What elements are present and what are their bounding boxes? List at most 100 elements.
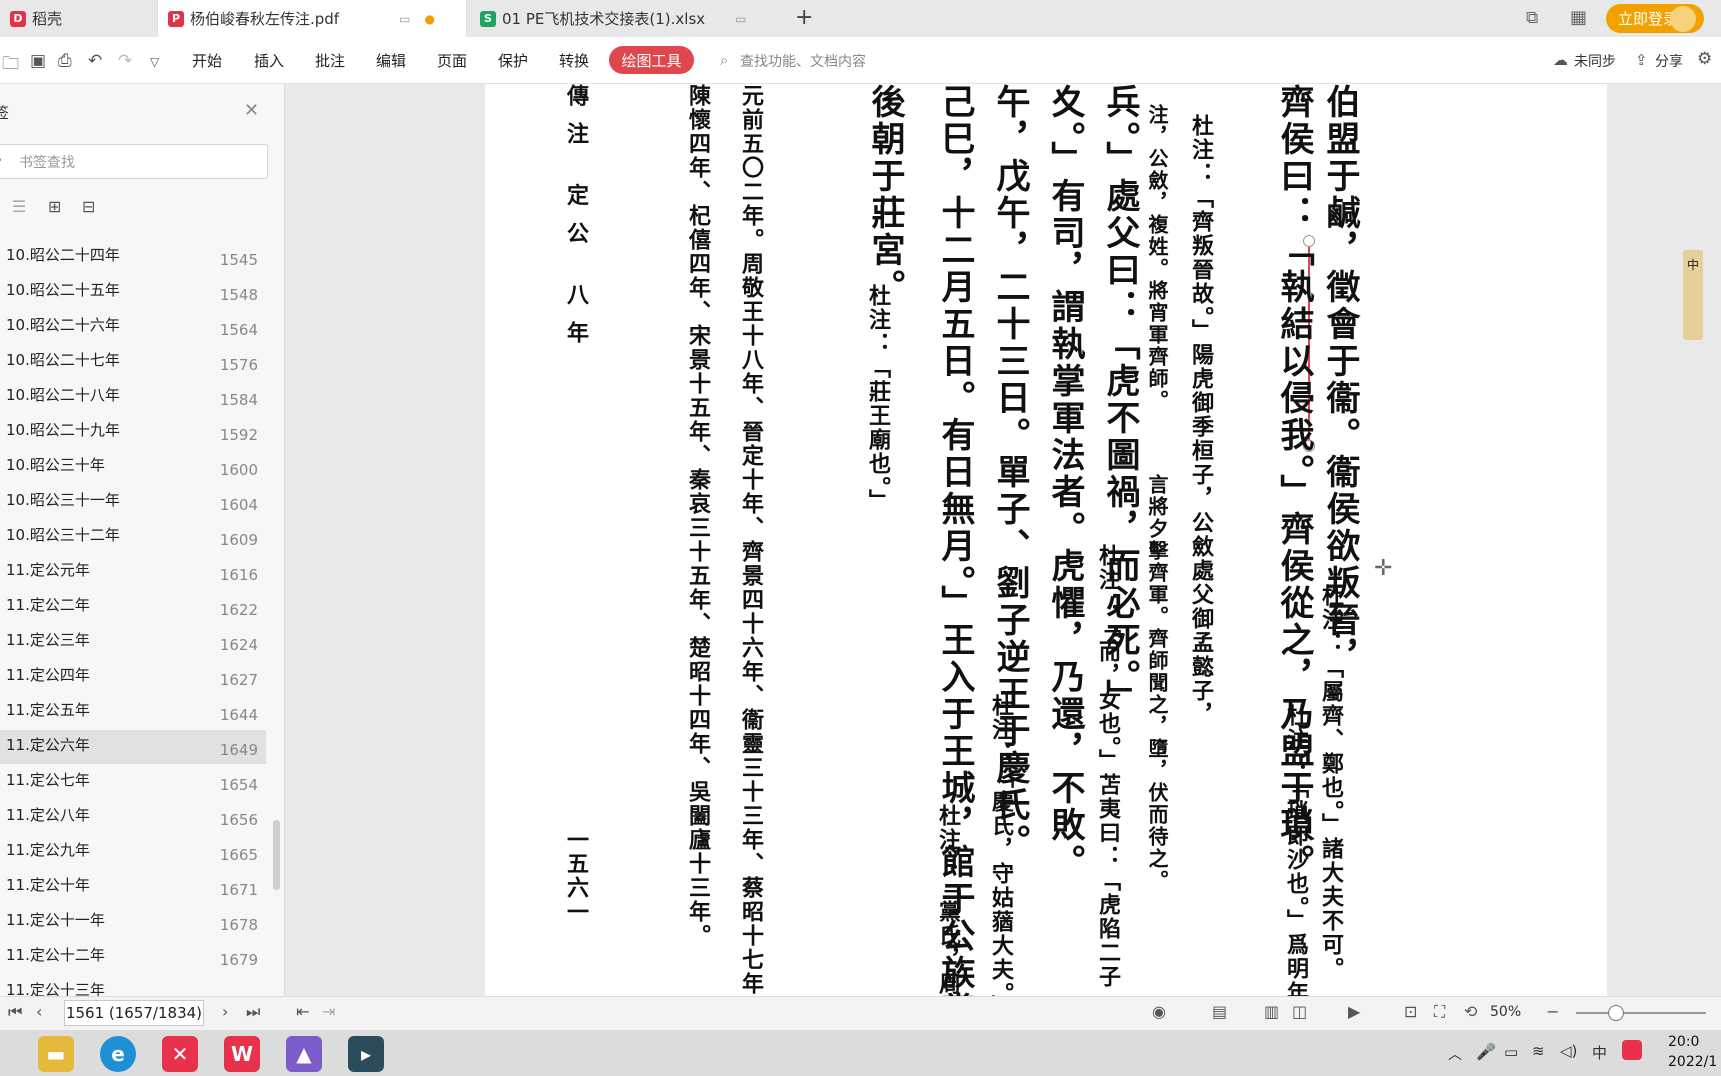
- settings-icon[interactable]: ⚙: [1697, 49, 1712, 69]
- bookmark-item[interactable]: 10.昭公二十五年 1548: [0, 275, 266, 309]
- bookmark-item[interactable]: 11.定公三年 1624: [0, 625, 266, 659]
- bookmark-item[interactable]: 10.昭公三十一年 1604: [0, 485, 266, 519]
- bookmark-item[interactable]: 10.昭公二十四年 1545: [0, 240, 266, 274]
- close-icon[interactable]: ✕: [244, 100, 259, 121]
- tab-xlsx[interactable]: S 01 PE飞机技术交接表(1).xlsx ▭: [470, 0, 780, 37]
- back-icon[interactable]: ⇤: [296, 1002, 309, 1021]
- bookmark-label: 11.定公十一年: [6, 911, 105, 929]
- menu-edit[interactable]: 编辑: [376, 50, 406, 71]
- tab-pdf[interactable]: P 杨伯峻春秋左传注.pdf ▭ ●: [157, 0, 467, 37]
- menu-protect[interactable]: 保护: [498, 50, 528, 71]
- play-icon[interactable]: ▶: [1348, 1002, 1360, 1021]
- bookmark-label: 10.昭公二十七年: [6, 351, 120, 369]
- chevron-down-icon[interactable]: ▽: [150, 55, 159, 69]
- undo-icon[interactable]: ↶: [88, 51, 102, 71]
- battery-icon[interactable]: ▭: [1504, 1043, 1518, 1061]
- bookmark-item[interactable]: 11.定公七年 1654: [0, 765, 266, 799]
- wifi-icon[interactable]: ≋: [1532, 1042, 1545, 1060]
- bookmark-item[interactable]: 10.昭公三十年 1600: [0, 450, 266, 484]
- avatar[interactable]: [1670, 6, 1696, 32]
- actual-size-icon[interactable]: ⊡: [1404, 1002, 1417, 1021]
- window-count-icon[interactable]: ⧉: [1526, 8, 1538, 28]
- ime-indicator[interactable]: 中: [1592, 1042, 1607, 1063]
- rotate-icon[interactable]: ⟲: [1464, 1002, 1477, 1021]
- text-column: 言將夕擊齊軍。齊師聞之，墮，伏而待之。: [1145, 474, 1169, 892]
- tab-daoke[interactable]: D 稻壳: [0, 0, 155, 37]
- bookmark-item[interactable]: 10.昭公二十六年 1564: [0, 310, 266, 344]
- next-page-icon[interactable]: ›: [222, 1002, 228, 1021]
- single-page-view-icon[interactable]: ▤: [1212, 1002, 1227, 1021]
- collapse-bookmarks-icon[interactable]: ☰: [12, 197, 26, 216]
- page-number-input[interactable]: 1561 (1657/1834): [64, 1000, 204, 1026]
- bookmark-item[interactable]: 11.定公十二年 1679: [0, 940, 266, 974]
- bookmark-icon[interactable]: ⊟: [82, 197, 95, 216]
- terminal-icon[interactable]: ▸: [348, 1036, 384, 1072]
- bookmark-item[interactable]: 11.定公九年 1665: [0, 835, 266, 869]
- bookmark-item[interactable]: 11.定公六年 1649: [0, 730, 266, 764]
- share-icon: ⇪: [1635, 51, 1648, 69]
- bookmark-item[interactable]: 11.定公元年 1616: [0, 555, 266, 589]
- menu-start[interactable]: 开始: [192, 50, 222, 71]
- menu-page[interactable]: 页面: [437, 50, 467, 71]
- edge-icon[interactable]: e: [100, 1036, 136, 1072]
- bookmark-item[interactable]: 11.定公五年 1644: [0, 695, 266, 729]
- clock-time[interactable]: 20:0: [1668, 1034, 1699, 1050]
- photos-icon[interactable]: ▲: [286, 1036, 322, 1072]
- redo-icon[interactable]: ↷: [118, 51, 132, 71]
- menu-insert[interactable]: 插入: [254, 50, 284, 71]
- add-bookmark-icon[interactable]: ⊞: [48, 197, 61, 216]
- fit-page-icon[interactable]: ⛶: [1434, 1002, 1445, 1022]
- monitor-icon[interactable]: ▭: [399, 12, 410, 26]
- zoom-level[interactable]: 50%: [1490, 1004, 1521, 1020]
- bookmark-item[interactable]: 11.定公二年 1622: [0, 590, 266, 624]
- menu-comment[interactable]: 批注: [315, 50, 345, 71]
- menu-convert[interactable]: 转换: [559, 50, 589, 71]
- two-page-view-icon[interactable]: ◫: [1292, 1002, 1307, 1021]
- bookmark-page: 1627: [219, 671, 258, 689]
- wps-tray-icon[interactable]: [1622, 1040, 1642, 1060]
- microphone-icon[interactable]: 🎤: [1476, 1042, 1496, 1061]
- bookmark-item[interactable]: 11.定公四年 1627: [0, 660, 266, 694]
- unsaved-dot-icon: ●: [424, 11, 435, 26]
- sync-status[interactable]: 未同步: [1574, 51, 1616, 71]
- bookmark-item[interactable]: 11.定公十一年 1678: [0, 905, 266, 939]
- bookmark-page: 1679: [219, 951, 258, 969]
- bookmark-page: 1624: [219, 636, 258, 654]
- zoom-out-icon[interactable]: −: [1546, 1002, 1559, 1021]
- monitor-icon[interactable]: ▭: [735, 12, 746, 26]
- grid-apps-icon[interactable]: ▦: [1570, 7, 1587, 28]
- feature-search-input[interactable]: 查找功能、文档内容: [740, 51, 866, 71]
- file-explorer-icon[interactable]: ▬: [38, 1036, 74, 1072]
- bookmark-item[interactable]: 11.定公十年 1671: [0, 870, 266, 904]
- float-tool-panel[interactable]: 中: [1683, 250, 1703, 340]
- sidebar-scrollbar[interactable]: [273, 820, 280, 890]
- search-icon: ⌕: [0, 150, 2, 168]
- share-button[interactable]: 分享: [1655, 51, 1683, 71]
- save-icon[interactable]: ▣: [30, 51, 46, 71]
- bookmark-item[interactable]: 10.昭公二十七年 1576: [0, 345, 266, 379]
- prev-page-icon[interactable]: ‹: [36, 1002, 42, 1021]
- last-page-icon[interactable]: ⏭: [246, 1002, 260, 1022]
- first-page-icon[interactable]: ⏮: [8, 1002, 22, 1022]
- bookmark-item[interactable]: 10.昭公二十八年 1584: [0, 380, 266, 414]
- zoom-slider-handle[interactable]: [1608, 1005, 1624, 1021]
- forward-icon[interactable]: ⇥: [322, 1002, 335, 1021]
- continuous-view-icon[interactable]: ▥: [1264, 1002, 1279, 1021]
- bookmark-item[interactable]: 11.定公八年 1656: [0, 800, 266, 834]
- clock-date[interactable]: 2022/1: [1668, 1054, 1717, 1070]
- print-icon[interactable]: ⎙: [58, 51, 72, 71]
- zoom-slider[interactable]: [1576, 1012, 1706, 1014]
- tab-drawing-tools[interactable]: 绘图工具: [609, 46, 694, 74]
- wps-icon[interactable]: W: [224, 1036, 260, 1072]
- xmind-icon[interactable]: ✕: [162, 1036, 198, 1072]
- eye-protection-icon[interactable]: ◉: [1152, 1002, 1166, 1021]
- daoke-logo-icon: D: [10, 10, 26, 27]
- open-folder-icon[interactable]: 🗀: [2, 51, 19, 80]
- bookmark-search-input[interactable]: 书签查找: [0, 144, 268, 179]
- volume-icon[interactable]: ◁): [1560, 1042, 1577, 1060]
- bookmark-item[interactable]: 10.昭公二十九年 1592: [0, 415, 266, 449]
- new-tab-button[interactable]: +: [795, 5, 813, 30]
- bookmark-item[interactable]: 10.昭公三十二年 1609: [0, 520, 266, 554]
- chevron-up-icon[interactable]: ︿: [1448, 1044, 1462, 1064]
- login-label: 立即登录: [1618, 10, 1679, 28]
